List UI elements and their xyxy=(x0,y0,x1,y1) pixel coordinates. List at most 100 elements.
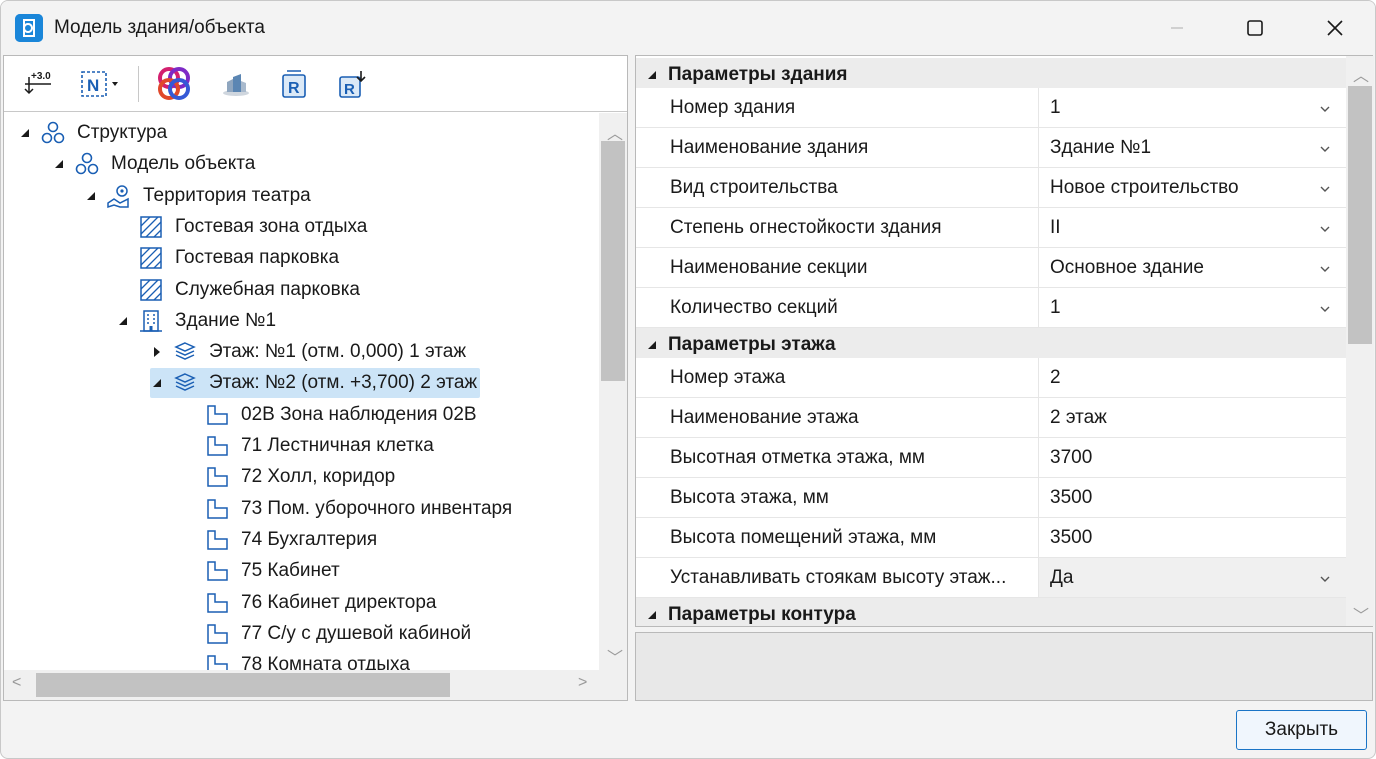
nanocad-logo-icon xyxy=(158,67,190,100)
property-value[interactable]: 2 этаж xyxy=(1039,398,1346,437)
tree-node[interactable]: 75 Кабинет xyxy=(182,556,343,586)
close-button[interactable]: Закрыть xyxy=(1236,710,1367,750)
tree-node[interactable]: 72 Холл, коридор xyxy=(182,462,398,492)
collapse-category-icon[interactable] xyxy=(636,70,668,80)
structure-icon xyxy=(40,120,66,146)
tree-node[interactable]: Гостевая зона отдыха xyxy=(116,212,370,242)
expand-toggle-icon[interactable] xyxy=(150,345,164,359)
property-row[interactable]: Высотная отметка этажа, мм 3700 xyxy=(636,438,1346,478)
maximize-icon xyxy=(1247,20,1263,36)
property-value[interactable]: 3500 xyxy=(1039,518,1346,557)
property-category[interactable]: Параметры этажа xyxy=(636,328,1346,362)
property-value[interactable]: Новое строительство xyxy=(1039,168,1346,207)
revit-export-button[interactable]: R xyxy=(332,64,372,104)
tree-node[interactable]: Структура xyxy=(18,118,170,148)
properties-scroll-thumb[interactable] xyxy=(1348,86,1372,344)
tree-node[interactable]: Здание №1 xyxy=(116,306,279,336)
tree-node[interactable]: Модель объекта xyxy=(52,149,258,179)
tree-vertical-scroll-thumb[interactable] xyxy=(601,141,625,381)
category-title: Параметры здания xyxy=(668,64,848,85)
property-value[interactable]: 1 xyxy=(1039,88,1346,127)
tree-scroll-down-arrow[interactable]: ﹀ xyxy=(607,644,623,668)
property-row[interactable]: Номер здания 1 xyxy=(636,88,1346,128)
property-category[interactable]: Параметры здания xyxy=(636,58,1346,92)
chevron-down-icon[interactable] xyxy=(1318,220,1332,234)
maximize-button[interactable] xyxy=(1215,1,1295,55)
chevron-down-icon[interactable] xyxy=(1318,570,1332,584)
property-name: Номер этажа xyxy=(636,358,1039,397)
tree-scroll-up-arrow[interactable]: ︿ xyxy=(607,120,623,144)
property-row[interactable]: Количество секций 1 xyxy=(636,288,1346,328)
nanocad-button[interactable] xyxy=(154,64,194,104)
tree-node-label: Гостевая зона отдыха xyxy=(175,215,368,237)
tree-node-label: 72 Холл, коридор xyxy=(241,466,396,488)
property-row[interactable]: Вид строительства Новое строительство xyxy=(636,168,1346,208)
close-window-button[interactable] xyxy=(1295,1,1375,55)
tree-node[interactable]: Этаж: №1 (отм. 0,000) 1 этаж xyxy=(150,337,469,367)
property-value[interactable]: II xyxy=(1039,208,1346,247)
chevron-down-icon[interactable] xyxy=(1318,140,1332,154)
tree-node[interactable]: 74 Бухгалтерия xyxy=(182,525,380,555)
chevron-down-icon[interactable] xyxy=(1318,100,1332,114)
svg-text:+3.0: +3.0 xyxy=(31,71,51,82)
tree-node[interactable]: Гостевая парковка xyxy=(116,243,342,273)
chevron-down-icon[interactable] xyxy=(1318,300,1332,314)
tree-horizontal-scroll-thumb[interactable] xyxy=(36,673,450,697)
collapse-category-icon[interactable] xyxy=(636,610,668,620)
collapse-toggle-icon[interactable] xyxy=(52,157,66,171)
model-button[interactable] xyxy=(216,64,256,104)
property-row[interactable]: Наименование здания Здание №1 xyxy=(636,128,1346,168)
collapse-toggle-icon[interactable] xyxy=(18,126,32,140)
property-value[interactable]: Да xyxy=(1039,558,1346,597)
tree-scroll-right-arrow[interactable]: > xyxy=(578,674,587,692)
collapse-toggle-icon[interactable] xyxy=(116,314,130,328)
property-value[interactable]: 3500 xyxy=(1039,478,1346,517)
property-row[interactable]: Высота этажа, мм 3500 xyxy=(636,478,1346,518)
tree-node[interactable]: 78 Комната отдыха xyxy=(182,650,413,670)
collapse-category-icon[interactable] xyxy=(636,340,668,350)
tree-node[interactable]: 02В Зона наблюдения 02В xyxy=(182,400,480,430)
chevron-down-icon[interactable] xyxy=(1318,180,1332,194)
tree-node-label: Этаж: №1 (отм. 0,000) 1 этаж xyxy=(209,341,467,363)
properties-scroll-up-arrow[interactable]: ︿ xyxy=(1353,62,1369,86)
elevation-button[interactable]: +3.0 xyxy=(18,64,58,104)
properties-scroll-down-arrow[interactable]: ﹀ xyxy=(1353,602,1369,626)
property-value[interactable]: Здание №1 xyxy=(1039,128,1346,167)
property-value[interactable]: 2 xyxy=(1039,358,1346,397)
chevron-down-icon[interactable] xyxy=(1318,260,1332,274)
tree-node[interactable]: Служебная парковка xyxy=(116,275,363,305)
property-row[interactable]: Номер этажа 2 xyxy=(636,358,1346,398)
property-name: Устанавливать стоякам высоту этаж... xyxy=(636,558,1039,597)
tree-node[interactable]: Этаж: №2 (отм. +3,700) 2 этаж xyxy=(150,368,481,399)
property-row[interactable]: Высота помещений этажа, мм 3500 xyxy=(636,518,1346,558)
property-row[interactable]: Наименование этажа 2 этаж xyxy=(636,398,1346,438)
numbering-dropdown-button[interactable]: N xyxy=(76,64,126,104)
tree-node[interactable]: 73 Пом. уборочного инвентаря xyxy=(182,494,515,524)
property-value-text: 3500 xyxy=(1050,526,1093,548)
collapse-toggle-icon[interactable] xyxy=(84,189,98,203)
collapse-toggle-icon[interactable] xyxy=(150,376,164,390)
property-value-text: 2 этаж xyxy=(1050,406,1107,428)
tree-node[interactable]: 77 С/у с душевой кабиной xyxy=(182,619,474,649)
title-bar[interactable]: Модель здания/объекта xyxy=(1,1,1375,55)
property-row[interactable]: Степень огнестойкости здания II xyxy=(636,208,1346,248)
property-value[interactable]: Основное здание xyxy=(1039,248,1346,287)
property-grid: Параметры здания Номер здания 1 Наименовани… xyxy=(635,55,1374,627)
revit-import-button[interactable]: R xyxy=(274,64,314,104)
tree-node[interactable]: 71 Лестничная клетка xyxy=(182,431,437,461)
tree-node[interactable]: Территория театра xyxy=(84,181,314,211)
tree-scroll-left-arrow[interactable]: < xyxy=(12,674,21,692)
property-category[interactable]: Параметры контура xyxy=(636,598,1346,626)
tree-node[interactable]: 76 Кабинет директора xyxy=(182,588,440,618)
property-value[interactable]: 1 xyxy=(1039,288,1346,327)
property-row[interactable]: Наименование секции Основное здание xyxy=(636,248,1346,288)
minimize-button[interactable] xyxy=(1137,1,1217,55)
tree-node-label: Территория театра xyxy=(143,184,311,206)
room-icon xyxy=(204,433,230,459)
property-row[interactable]: Устанавливать стоякам высоту этаж... Да xyxy=(636,558,1346,598)
property-value[interactable]: 3700 xyxy=(1039,438,1346,477)
